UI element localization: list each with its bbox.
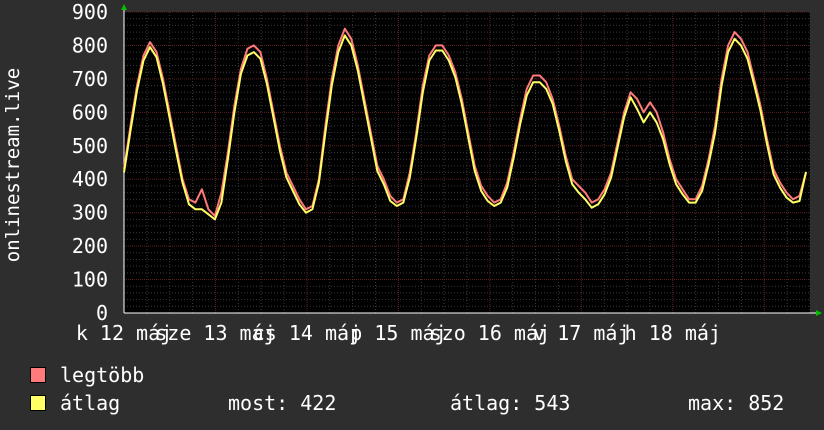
y-tick-label: 600 bbox=[72, 100, 108, 124]
stat-now: most: 422 bbox=[228, 391, 336, 415]
stat-avg-value: 543 bbox=[534, 391, 571, 415]
stat-max-label: max: bbox=[688, 391, 737, 415]
y-tick-label: 500 bbox=[72, 134, 108, 158]
stat-now-value: 422 bbox=[300, 391, 337, 415]
legend-label-max: legtöbb bbox=[60, 363, 145, 387]
x-tick-label: v 17 máj bbox=[533, 321, 629, 345]
y-tick-label: 300 bbox=[72, 201, 108, 225]
chart-svg: 0100200300400500600700800900 k 12 májsze… bbox=[2, 0, 822, 345]
chart-panel: 0 100 200 300 400 500 600 700 800 900 k 12 máj sze… bbox=[0, 0, 824, 430]
y-axis-label: onlinestream.live bbox=[2, 68, 24, 262]
x-tick-label: h 18 máj bbox=[625, 321, 721, 345]
y-tick-label: 400 bbox=[72, 167, 108, 191]
legend-swatch-avg bbox=[30, 395, 46, 411]
y-tick-labels: 0100200300400500600700800900 bbox=[72, 0, 108, 325]
x-axis-arrow bbox=[816, 310, 822, 316]
legend-swatch-max bbox=[30, 367, 46, 383]
legend-item-avg: átlag most: 422 átlag: 543 max: 852 bbox=[30, 391, 810, 415]
y-tick-label: 800 bbox=[72, 33, 108, 57]
stat-avg-label: átlag: bbox=[450, 391, 523, 415]
stat-now-label: most: bbox=[228, 391, 289, 415]
stat-max-value: 852 bbox=[748, 391, 785, 415]
y-tick-label: 900 bbox=[72, 0, 108, 24]
stat-max: max: 852 bbox=[688, 391, 784, 415]
y-axis-arrow bbox=[121, 4, 127, 10]
x-tick-labels: k 12 májsze 13 májcs 14 májp 15 májszo 1… bbox=[76, 321, 721, 345]
stat-avg: átlag: 543 bbox=[450, 391, 570, 415]
y-tick-label: 200 bbox=[72, 234, 108, 258]
legend-label-avg: átlag bbox=[60, 391, 121, 415]
x-tick-label: cs 14 máj bbox=[253, 321, 361, 345]
y-tick-label: 700 bbox=[72, 67, 108, 91]
y-tick-label: 100 bbox=[72, 268, 108, 292]
x-tick-label: szo 16 máj bbox=[430, 321, 550, 345]
